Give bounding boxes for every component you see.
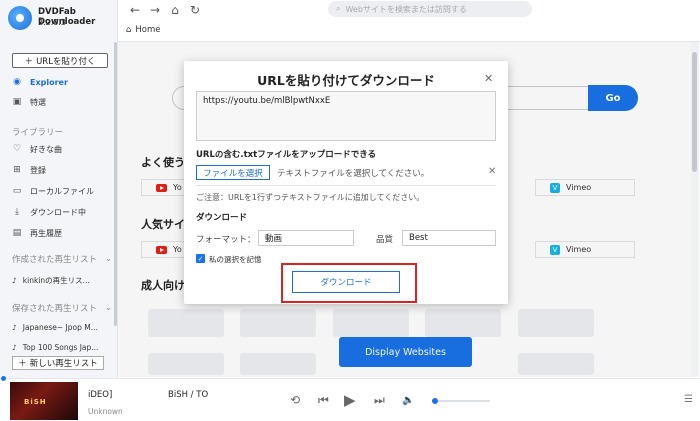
history-icon: ▤ xyxy=(12,228,22,238)
tab-home[interactable]: ⌂ Home xyxy=(126,25,161,35)
file-name-field: テキストファイルを選択してください。 xyxy=(277,169,430,179)
saved-playlists-header[interactable]: 保存された再生リスト ⌄ xyxy=(12,302,112,314)
format-select[interactable]: 動画 xyxy=(258,230,354,246)
sidebar-item-history[interactable]: ▤ 再生履歴 xyxy=(0,223,118,243)
sidebar-scrollbar[interactable] xyxy=(114,42,117,326)
divider xyxy=(196,185,496,186)
thumbnail-caption: BiSH xyxy=(24,398,47,406)
upload-note: ご注意：URLを1行ずつテキストファイルに追加してください。 xyxy=(196,193,425,202)
close-icon[interactable]: ✕ xyxy=(484,72,493,85)
playlist-queue-icon[interactable]: ☰ xyxy=(684,394,693,405)
track-artist: BiSH / TO xyxy=(168,390,209,400)
home-icon[interactable]: ⌂ xyxy=(168,3,182,17)
sidebar-item-local-files[interactable]: ▭ ローカルファイル xyxy=(0,181,118,201)
quality-select[interactable]: Best xyxy=(402,230,496,246)
music-note-icon: ♪ xyxy=(12,323,17,332)
volume-handle[interactable] xyxy=(432,398,438,404)
playlist-item[interactable]: ♪ Japanese~ Jpop M... xyxy=(12,323,112,332)
subscribe-icon: ⊞ xyxy=(13,165,21,175)
player-bar: BiSH iDEO] BiSH / TO Unknown ⟲ ⏮ ▶ ⏭ 🔈 ☰ xyxy=(0,376,700,421)
compass-icon: ◉ xyxy=(13,77,21,87)
track-album: Unknown xyxy=(88,407,123,416)
plus-icon: ＋ xyxy=(24,56,34,67)
sidebar: DVDFab Downloader 2.2.0.3 ＋ URLを貼り付く ◉ E… xyxy=(0,0,118,378)
remember-checkbox[interactable]: ✓ xyxy=(196,254,205,263)
format-label: フォーマット： xyxy=(196,235,256,245)
choose-file-button[interactable]: ファイルを選択 xyxy=(196,165,270,180)
heart-icon: ♡ xyxy=(12,144,22,154)
next-icon[interactable]: ⏭ xyxy=(374,393,385,408)
music-note-icon: ♪ xyxy=(12,276,17,285)
back-icon[interactable]: ← xyxy=(128,3,142,17)
highlight-box xyxy=(281,263,417,303)
chevron-down-icon: ⌄ xyxy=(104,303,112,313)
dialog-title: URLを貼り付けてダウンロード xyxy=(257,73,435,88)
sidebar-item-explorer[interactable]: ◉ Explorer xyxy=(0,72,118,92)
download-icon: ⤓ xyxy=(15,207,19,217)
star-box-icon: ▣ xyxy=(12,97,22,107)
new-playlist-button[interactable]: ＋ 新しい再生リスト xyxy=(12,356,104,370)
volume-icon[interactable]: 🔈 xyxy=(402,395,414,406)
web-search-input[interactable]: ⌕ Webサイトを検索または訪問する xyxy=(328,1,532,17)
forward-icon[interactable]: → xyxy=(148,3,162,17)
plus-icon: ＋ xyxy=(18,359,27,369)
track-title: iDEO] xyxy=(88,390,113,400)
sidebar-item-featured[interactable]: ▣ 特選 xyxy=(0,92,118,112)
playlist-item[interactable]: ♪ kinkinの再生リス... xyxy=(12,275,112,286)
sidebar-item-subscriptions[interactable]: ⊞ 登録 xyxy=(0,160,118,180)
app-logo xyxy=(8,6,32,30)
music-note-icon: ♪ xyxy=(12,343,17,352)
library-label: ライブラリー xyxy=(12,128,64,138)
playlist-item[interactable]: ♪ Top 100 Songs Jap... xyxy=(12,343,112,352)
tab-bar: ⌂ Home xyxy=(118,20,700,42)
quality-label: 品質 xyxy=(376,235,394,245)
search-icon: ⌕ xyxy=(336,4,341,13)
remember-label: 私の選択を記憶 xyxy=(209,255,262,264)
chevron-down-icon: ⌄ xyxy=(104,254,112,264)
play-icon[interactable]: ▶ xyxy=(344,391,356,409)
progress-handle[interactable] xyxy=(1,376,6,381)
app-version: 2.2.0.3 xyxy=(38,18,66,27)
sidebar-item-downloading[interactable]: ⤓ ダウンロード中 xyxy=(0,202,118,222)
previous-icon[interactable]: ⏮ xyxy=(318,393,329,408)
clear-file-icon[interactable]: ✕ xyxy=(488,166,496,177)
main-scrollbar[interactable] xyxy=(691,42,699,377)
refresh-icon[interactable]: ↻ xyxy=(188,3,202,17)
paste-url-button[interactable]: ＋ URLを貼り付く xyxy=(12,53,108,68)
txt-upload-heading: URLの含む.txtファイルをアップロードできる xyxy=(196,150,377,160)
url-textarea[interactable]: https://youtu.be/mlBlpwtNxxE xyxy=(196,91,496,141)
volume-slider[interactable] xyxy=(432,398,490,404)
download-heading: ダウンロード xyxy=(196,213,248,223)
sidebar-item-favorites[interactable]: ♡ 好きな曲 xyxy=(0,139,118,159)
track-thumbnail[interactable]: BiSH xyxy=(10,382,78,420)
home-icon: ⌂ xyxy=(126,25,132,35)
repeat-icon[interactable]: ⟲ xyxy=(290,393,300,407)
created-playlists-header[interactable]: 作成された再生リスト ⌄ xyxy=(12,253,112,265)
folder-icon: ▭ xyxy=(12,186,22,196)
browser-toolbar: ← → ⌂ ↻ ⌕ Webサイトを検索または訪問する xyxy=(118,0,700,20)
